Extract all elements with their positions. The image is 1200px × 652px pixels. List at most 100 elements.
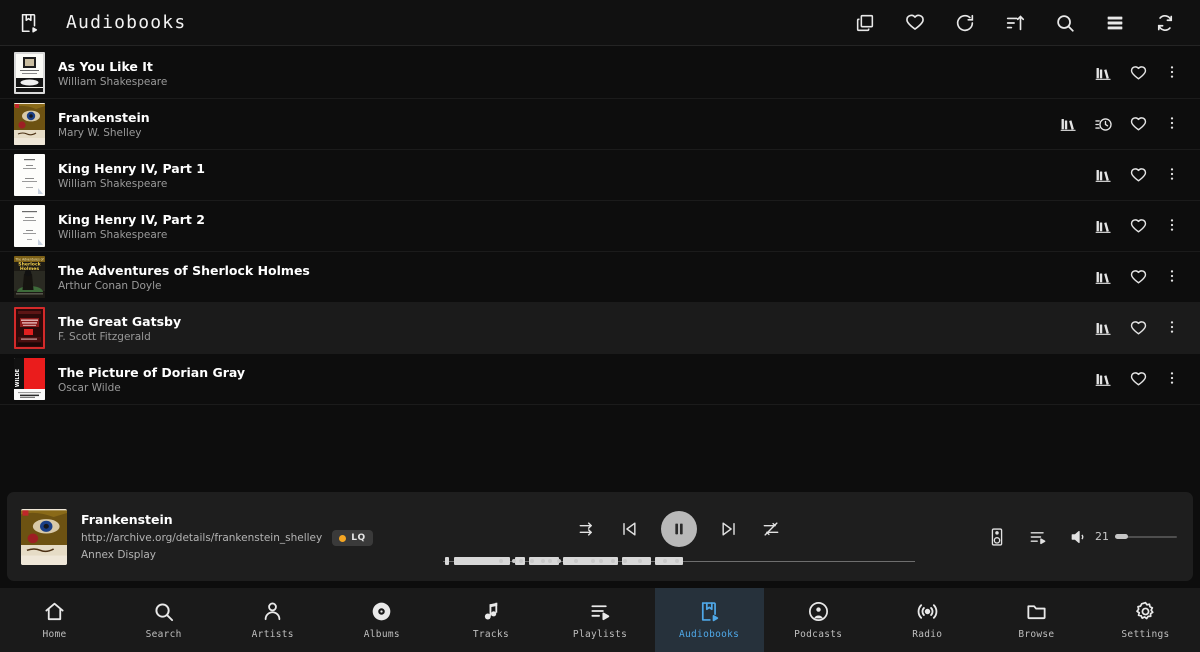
refresh-icon[interactable] [954, 12, 976, 34]
nav-item-settings[interactable]: Settings [1091, 588, 1200, 652]
heart-outline-icon[interactable] [1129, 268, 1148, 287]
chapter-marker[interactable] [623, 559, 627, 563]
now-playing-info[interactable]: Frankenstein http://archive.org/details/… [21, 508, 373, 565]
quality-badge[interactable]: LQ [332, 530, 373, 546]
repeat-off-icon[interactable] [761, 519, 781, 539]
book-author: Oscar Wilde [58, 381, 121, 394]
chapter-marker[interactable] [519, 559, 523, 563]
sort-icon[interactable] [1004, 12, 1026, 34]
heart-outline-icon[interactable] [1129, 217, 1148, 236]
music-note-icon [479, 600, 502, 623]
nav-item-artists[interactable]: Artists [218, 588, 327, 652]
row-actions [1094, 217, 1186, 236]
chapter-marker[interactable] [556, 559, 561, 563]
row-actions [1059, 115, 1186, 134]
queue-icon[interactable] [1028, 527, 1048, 547]
book-row[interactable]: As You Like It William Shakespeare [0, 48, 1200, 99]
book-row[interactable]: Frankenstein Mary W. Shelley [0, 99, 1200, 150]
next-track-icon[interactable] [719, 519, 739, 539]
chapter-marker[interactable] [610, 559, 615, 563]
more-vertical-icon[interactable] [1164, 268, 1180, 287]
chapter-marker[interactable] [548, 559, 552, 563]
search-icon[interactable] [1054, 12, 1076, 34]
row-actions [1094, 268, 1186, 287]
chapter-marker[interactable] [598, 559, 603, 563]
history-clock-icon[interactable] [1094, 115, 1113, 134]
nav-item-tracks[interactable]: Tracks [436, 588, 545, 652]
chapter-marker[interactable] [511, 559, 516, 563]
nav-item-albums[interactable]: Albums [327, 588, 436, 652]
books-library-icon[interactable] [1094, 217, 1113, 236]
now-playing-text: Frankenstein http://archive.org/details/… [81, 512, 373, 561]
book-row[interactable]: King Henry IV, Part 1 William Shakespeare [0, 150, 1200, 201]
nav-item-audiobooks[interactable]: Audiobooks [654, 588, 764, 652]
more-vertical-icon[interactable] [1164, 370, 1180, 389]
book-cover [14, 52, 45, 94]
chapter-marker[interactable] [638, 559, 642, 563]
chapter-marker[interactable] [498, 559, 503, 563]
books-library-icon[interactable] [1094, 64, 1113, 83]
list-view-icon[interactable] [1104, 12, 1126, 34]
nav-item-browse[interactable]: Browse [982, 588, 1091, 652]
book-title: Frankenstein [58, 109, 150, 125]
more-vertical-icon[interactable] [1164, 217, 1180, 236]
chapter-marker[interactable] [530, 559, 534, 563]
heart-outline-icon[interactable] [1129, 64, 1148, 83]
audiobook-icon [698, 600, 721, 623]
nav-item-home[interactable]: Home [0, 588, 109, 652]
progress-segment [444, 557, 450, 565]
volume-icon[interactable] [1069, 527, 1089, 547]
book-row[interactable]: WILDE The Picture of Dorian Gray Oscar Wil… [0, 354, 1200, 405]
search-icon [152, 600, 175, 623]
book-author: William Shakespeare [58, 177, 168, 190]
chapter-marker[interactable] [675, 559, 679, 563]
volume-value: 21 [1095, 530, 1109, 543]
book-meta: King Henry IV, Part 2 William Shakespeare [58, 212, 205, 241]
nav-label: Playlists [572, 629, 628, 640]
books-library-icon[interactable] [1094, 370, 1113, 389]
nav-item-search[interactable]: Search [109, 588, 218, 652]
books-library-icon[interactable] [1094, 319, 1113, 338]
nav-item-playlists[interactable]: Playlists [545, 588, 654, 652]
cast-speaker-icon[interactable] [987, 527, 1007, 547]
books-library-icon[interactable] [1094, 166, 1113, 185]
heart-outline-icon[interactable] [1129, 370, 1148, 389]
more-vertical-icon[interactable] [1164, 115, 1180, 134]
book-row[interactable]: King Henry IV, Part 2 William Shakespeare [0, 201, 1200, 252]
playback-progress-bar[interactable] [443, 556, 915, 567]
more-vertical-icon[interactable] [1164, 319, 1180, 338]
books-library-icon[interactable] [1059, 115, 1078, 134]
books-library-icon[interactable] [1094, 268, 1113, 287]
bottom-navigation: Home Search Artists Albums Tracks Playlists Au… [0, 588, 1200, 652]
favorites-icon[interactable] [904, 12, 926, 34]
nav-item-radio[interactable]: Radio [873, 588, 982, 652]
more-vertical-icon[interactable] [1164, 166, 1180, 185]
multi-select-icon[interactable] [854, 12, 876, 34]
chapter-marker[interactable] [573, 559, 578, 563]
volume-slider[interactable] [1115, 532, 1177, 542]
more-vertical-icon[interactable] [1164, 64, 1180, 83]
book-cover [14, 154, 45, 196]
chapter-marker[interactable] [541, 559, 545, 563]
heart-outline-icon[interactable] [1129, 115, 1148, 134]
book-title: King Henry IV, Part 2 [58, 211, 205, 227]
heart-outline-icon[interactable] [1129, 319, 1148, 338]
heart-outline-icon[interactable] [1129, 166, 1148, 185]
row-actions [1094, 64, 1186, 83]
header-actions [854, 12, 1184, 34]
book-row[interactable]: The Adventures of Sherlock Holmes The Adven… [0, 252, 1200, 303]
chapter-marker[interactable] [591, 559, 595, 563]
chapter-marker[interactable] [663, 559, 667, 563]
skip-mode-icon[interactable] [577, 519, 597, 539]
sync-icon[interactable] [1154, 12, 1176, 34]
book-author: Arthur Conan Doyle [58, 279, 162, 292]
previous-track-icon[interactable] [619, 519, 639, 539]
now-playing-subtitle: Annex Display [81, 549, 157, 561]
nav-item-podcasts[interactable]: Podcasts [764, 588, 873, 652]
book-author: William Shakespeare [58, 75, 168, 88]
play-pause-button[interactable] [661, 510, 697, 547]
nav-label: Audiobooks [679, 629, 740, 640]
book-author: Mary W. Shelley [58, 126, 142, 139]
transport-controls [577, 510, 781, 547]
book-row[interactable]: The Great Gatsby F. Scott Fitzgerald [0, 303, 1200, 354]
